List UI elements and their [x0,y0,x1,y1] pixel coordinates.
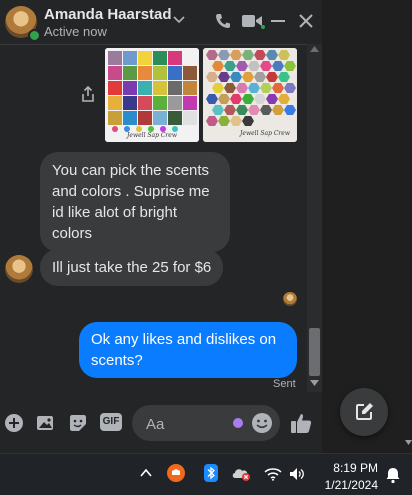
thumbs-up-icon[interactable] [290,412,312,434]
scroll-thumb[interactable] [309,328,320,376]
active-status: Active now [44,24,107,39]
volume-icon[interactable] [288,467,306,481]
minimize-icon[interactable] [270,12,286,30]
onedrive-error-icon[interactable] [232,466,252,482]
contact-name[interactable]: Amanda Haarstad [44,6,172,23]
sender-avatar[interactable] [5,255,33,283]
emoji-icon[interactable] [251,412,273,434]
message-composer[interactable] [132,405,280,441]
wifi-icon[interactable] [264,467,282,481]
clock-date: 1/21/2024 [324,478,378,492]
background-pane [322,0,412,453]
chat-header: Amanda Haarstad Active now [0,0,322,45]
chat-scrollbar[interactable] [307,44,322,392]
online-indicator [28,29,41,42]
page-scrollbar[interactable] [404,0,412,453]
share-icon[interactable] [80,85,96,103]
mica-color-swatches [105,48,199,142]
shared-image-colors[interactable]: Jewell Sap Crew [105,48,199,142]
shared-image-scents[interactable]: Jewell Sap Crew [203,48,297,142]
watermark: Jewell Sap Crew [240,130,290,137]
outgoing-message: Ok any likes and dislikes on scents? [79,322,297,378]
watermark: Jewell Sap Crew [127,132,177,139]
cloud-icon [172,469,180,475]
taskbar-clock[interactable]: 8:19 PM 1/21/2024 [318,460,378,494]
message-input[interactable] [144,413,228,435]
scroll-down-arrow-icon[interactable] [310,380,319,386]
chevron-down-icon[interactable] [172,13,186,27]
incoming-message: Ill just take the 25 for $6 [40,249,224,286]
sent-status: Sent [273,378,296,390]
scent-hexagon-swatches [203,48,297,142]
scroll-down-arrow-icon[interactable] [405,440,412,445]
notification-bell-icon[interactable] [385,466,401,484]
clock-time: 8:19 PM [333,461,378,475]
phone-icon[interactable] [214,12,232,30]
scroll-up-arrow-icon[interactable] [310,46,319,52]
app-tray-icon[interactable] [167,464,185,482]
status-dot-icon [233,418,243,428]
add-circle-icon[interactable] [4,413,24,433]
compose-icon [356,403,373,420]
seen-avatar [283,292,297,306]
sticker-icon[interactable] [68,413,88,433]
gif-button[interactable]: GIF [100,413,122,431]
video-call-icon[interactable] [241,12,265,30]
photo-icon[interactable] [36,413,56,433]
close-icon[interactable] [297,12,315,30]
incoming-message: You can pick the scents and colors . Sup… [40,152,230,252]
bluetooth-icon[interactable] [203,464,219,482]
chevron-up-icon[interactable] [140,468,152,478]
new-message-button[interactable] [340,388,388,436]
